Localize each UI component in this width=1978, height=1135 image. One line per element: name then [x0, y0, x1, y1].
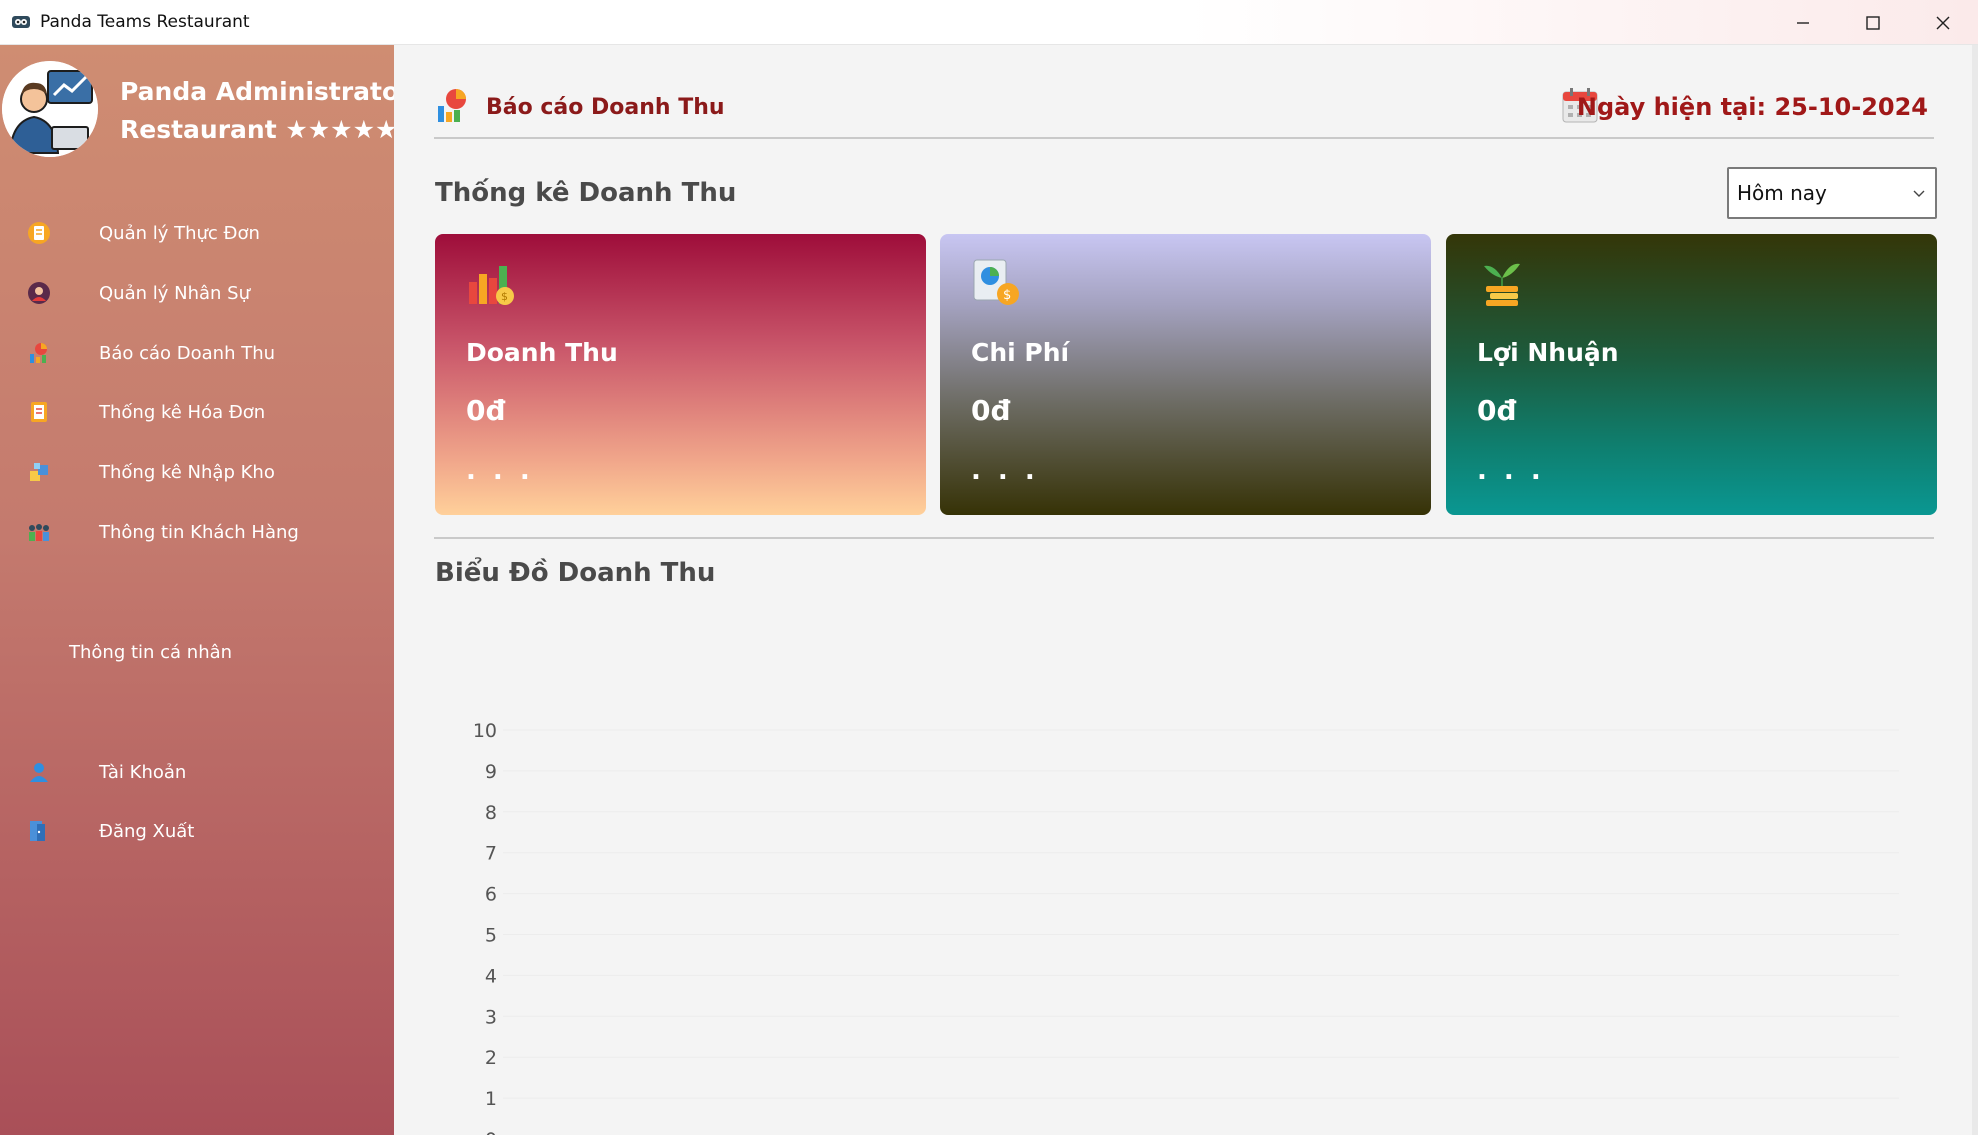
- y-tick-label: 9: [485, 761, 497, 783]
- chart-section-title: Biểu Đồ Doanh Thu: [435, 558, 716, 588]
- nav-menu-management[interactable]: Quản lý Thực Đơn: [0, 210, 394, 256]
- y-tick-label: 7: [485, 843, 497, 865]
- logout-icon: [30, 821, 45, 841]
- y-tick-label: 2: [485, 1047, 497, 1069]
- personal-info-section: Thông tin cá nhân: [69, 642, 233, 663]
- menu-icon: [28, 222, 50, 244]
- nav-invoice-stats[interactable]: Thống kê Hóa Đơn: [0, 389, 394, 435]
- nav-staff-management[interactable]: Quản lý Nhân Sự: [0, 270, 394, 316]
- warehouse-icon: [30, 463, 48, 481]
- title-bar: Panda Teams Restaurant: [0, 0, 1978, 45]
- card-more: . . .: [971, 456, 1039, 486]
- period-select-value: Hôm nay: [1737, 181, 1827, 205]
- page-title: Báo cáo Doanh Thu: [486, 95, 725, 120]
- nav-label: Đăng Xuất: [99, 820, 195, 842]
- card-label: Chi Phí: [971, 338, 1070, 367]
- minimize-icon: [1797, 21, 1809, 24]
- minimize-button[interactable]: [1768, 0, 1838, 45]
- customers-icon: [29, 524, 49, 541]
- user-icon: [30, 763, 48, 782]
- revenue-report-icon: [438, 89, 466, 122]
- svg-text:$: $: [1003, 288, 1011, 303]
- chevron-down-icon: [1913, 190, 1925, 197]
- revenue-report-icon: [30, 343, 47, 363]
- current-date: Ngày hiện tại: 25-10-2024: [1576, 93, 1928, 121]
- card-more: . . .: [466, 456, 534, 486]
- nav-logout[interactable]: Đăng Xuất: [0, 808, 394, 854]
- close-button[interactable]: [1908, 0, 1978, 45]
- nav-label: Tài Khoản: [99, 761, 187, 783]
- nav-warehouse-stats[interactable]: Thống kê Nhập Kho: [0, 449, 394, 495]
- divider: [434, 137, 1934, 139]
- invoice-icon: [31, 402, 47, 422]
- y-tick-label: 0: [485, 1129, 497, 1135]
- nav-label: Thống kê Nhập Kho: [99, 461, 275, 483]
- profit-card[interactable]: Lợi Nhuận 0đ . . .: [1446, 234, 1937, 515]
- y-tick-label: 4: [485, 965, 497, 987]
- admin-avatar-icon: [2, 61, 98, 157]
- y-tick-label: 8: [485, 802, 497, 824]
- y-tick-label: 1: [485, 1088, 497, 1110]
- expense-report-icon: $: [973, 259, 1019, 305]
- nav-label: Báo cáo Doanh Thu: [99, 342, 276, 364]
- nav-label: Thông tin Khách Hàng: [99, 521, 299, 543]
- nav-label: Quản lý Nhân Sự: [99, 282, 250, 304]
- card-value: 0đ: [971, 394, 1011, 427]
- period-select[interactable]: Hôm nay: [1727, 167, 1937, 219]
- divider: [434, 537, 1934, 539]
- y-tick-label: 5: [485, 925, 497, 947]
- admin-avatar: [2, 61, 98, 157]
- y-tick-label: 10: [473, 720, 497, 742]
- nav-label: Thống kê Hóa Đơn: [99, 401, 266, 423]
- profit-growth-icon: [1484, 263, 1520, 306]
- maximize-icon: [1866, 15, 1880, 30]
- staff-icon: [28, 282, 50, 304]
- close-icon: [1936, 16, 1950, 29]
- window-edge: [1972, 45, 1978, 1135]
- cost-card[interactable]: $ Chi Phí 0đ . . .: [940, 234, 1431, 515]
- brand-title: Panda Administrator Restaurant ★★★★★: [120, 73, 412, 149]
- nav-customer-info[interactable]: Thông tin Khách Hàng: [0, 509, 394, 555]
- maximize-button[interactable]: [1838, 0, 1908, 45]
- nav-label: Quản lý Thực Đơn: [99, 222, 260, 244]
- card-value: 0đ: [466, 394, 506, 427]
- card-value: 0đ: [1477, 394, 1517, 427]
- card-label: Doanh Thu: [466, 338, 618, 367]
- app-icon: [12, 16, 30, 28]
- main-content: Báo cáo Doanh Thu Ngày hiện tại: 25-10-2…: [394, 45, 1978, 1135]
- nav-revenue-report[interactable]: Báo cáo Doanh Thu: [0, 330, 394, 376]
- svg-text:$: $: [501, 290, 508, 303]
- card-label: Lợi Nhuận: [1477, 338, 1619, 367]
- brand-line-2: Restaurant ★★★★★: [120, 115, 398, 144]
- brand-line-1: Panda Administrator: [120, 77, 412, 106]
- y-tick-label: 3: [485, 1006, 497, 1028]
- card-more: . . .: [1477, 456, 1545, 486]
- revenue-chart-icon: $: [469, 266, 514, 305]
- nav-account[interactable]: Tài Khoản: [0, 749, 394, 795]
- window-title: Panda Teams Restaurant: [40, 12, 250, 32]
- y-tick-label: 6: [485, 884, 497, 906]
- stats-section-title: Thống kê Doanh Thu: [435, 178, 737, 208]
- sidebar: Panda Administrator Restaurant ★★★★★ Quả…: [0, 45, 412, 1135]
- revenue-card[interactable]: $ Doanh Thu 0đ . . .: [435, 234, 926, 515]
- revenue-chart: 012345678910Tháng 1Tháng 2Tháng 3Tháng 4…: [473, 720, 1899, 1135]
